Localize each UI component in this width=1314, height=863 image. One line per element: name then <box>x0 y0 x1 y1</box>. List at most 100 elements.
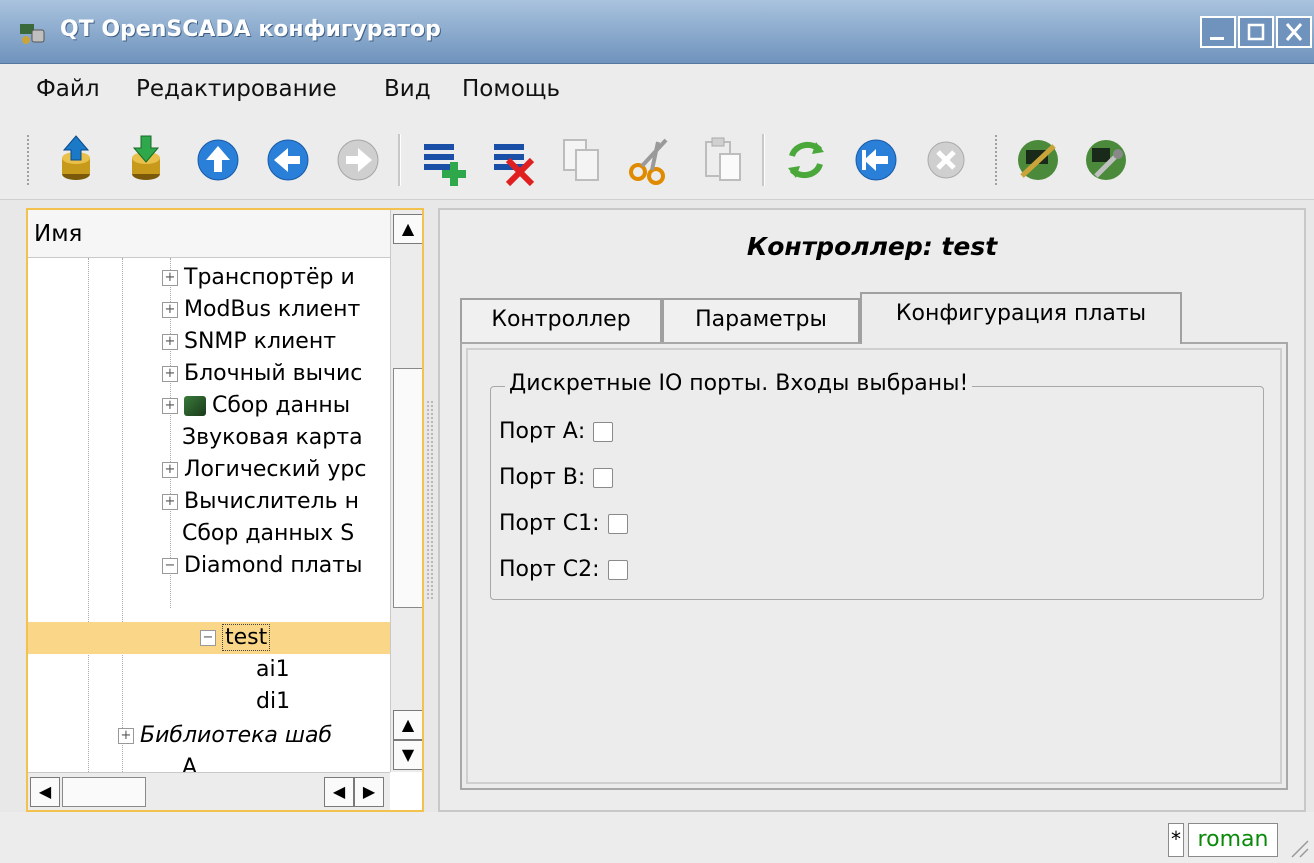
port-label: Порт С1: <box>499 511 600 536</box>
tree-item[interactable]: ai1 <box>28 654 422 686</box>
port-row: Порт В: <box>499 463 614 493</box>
tree-item-label: Сбор данны <box>212 393 351 418</box>
maximize-button[interactable] <box>1238 16 1274 48</box>
module-tools-icon[interactable] <box>1078 132 1134 188</box>
expand-icon[interactable]: + <box>162 398 178 414</box>
tab-content: Дискретные IO порты. Входы выбраны! Порт… <box>460 342 1288 790</box>
tree-item-label: Сбор данных S <box>182 521 355 546</box>
scrollbar-thumb[interactable] <box>393 368 422 608</box>
scroll-left-icon[interactable]: ◀ <box>324 777 354 807</box>
user-indicator[interactable]: roman <box>1188 823 1278 857</box>
scroll-right-icon[interactable]: ▶ <box>354 777 384 807</box>
collapse-icon[interactable]: − <box>200 630 216 646</box>
tree-item-label: Библиотека шаб <box>140 723 333 748</box>
port-a-checkbox[interactable] <box>593 422 614 442</box>
tree-item-label: Блочный вычис <box>184 361 363 386</box>
tab-parameters[interactable]: Параметры <box>662 298 860 342</box>
port-label: Порт С2: <box>499 557 600 582</box>
tab-content-frame: Дискретные IO порты. Входы выбраны! Порт… <box>466 348 1282 784</box>
tree-item-label: Вычислитель н <box>184 489 359 514</box>
tree-item[interactable]: А <box>28 752 422 772</box>
close-button[interactable] <box>1276 16 1312 48</box>
scrollbar-thumb[interactable] <box>62 777 146 807</box>
menu-help[interactable]: Помощь <box>462 76 560 102</box>
expand-icon[interactable]: + <box>162 462 178 478</box>
tree-item[interactable]: + Сбор данны <box>28 390 422 422</box>
arrow-forward-icon[interactable] <box>330 132 386 188</box>
minimize-button[interactable] <box>1200 16 1236 48</box>
page-title: Контроллер: test <box>746 232 998 261</box>
tree-item[interactable]: Звуковая карта <box>28 422 422 454</box>
tree-item-label: Логический урс <box>184 457 367 482</box>
db-save-icon[interactable] <box>118 132 174 188</box>
tree-column-header[interactable]: Имя <box>28 210 390 258</box>
tree-item-label: ModBus клиент <box>184 297 361 322</box>
toolbar-separator <box>398 134 401 186</box>
collapse-icon[interactable]: − <box>162 558 178 574</box>
tree-vertical-scrollbar[interactable]: ▲ ▲ ▼ <box>390 210 422 772</box>
tree-item-selected[interactable]: − test <box>28 622 422 654</box>
stop-icon[interactable] <box>918 132 974 188</box>
expand-icon[interactable]: + <box>162 334 178 350</box>
group-title: Дискретные IO порты. Входы выбраны! <box>505 371 973 396</box>
tab-board-configuration[interactable]: Конфигурация платы <box>860 292 1182 344</box>
expand-icon[interactable]: + <box>118 728 134 744</box>
tree-item-label: Diamond платы <box>184 553 363 578</box>
module-configurator-icon[interactable] <box>1010 132 1066 188</box>
tree-item[interactable]: + Вычислитель н <box>28 486 422 518</box>
scroll-down-icon[interactable]: ▼ <box>393 740 422 770</box>
arrow-back-icon[interactable] <box>260 132 316 188</box>
toolbar-separator <box>762 134 765 186</box>
tree-item-label: SNMP клиент <box>184 329 337 354</box>
cut-icon[interactable] <box>622 132 678 188</box>
db-load-icon[interactable] <box>48 132 104 188</box>
port-c1-checkbox[interactable] <box>607 514 628 534</box>
app-icon <box>18 20 46 46</box>
tree-item[interactable]: Сбор данных S <box>28 518 422 550</box>
tree-item[interactable]: + Библиотека шаб <box>28 720 422 752</box>
port-label: Порт А: <box>499 419 586 444</box>
menu-file[interactable]: Файл <box>36 76 100 102</box>
tree-item[interactable]: + Логический урс <box>28 454 422 486</box>
port-c2-checkbox[interactable] <box>607 560 628 580</box>
menu-view[interactable]: Вид <box>384 76 431 102</box>
port-row: Порт А: <box>499 417 614 447</box>
expand-icon[interactable]: + <box>162 366 178 382</box>
tree-item[interactable]: + Блочный вычис <box>28 358 422 390</box>
tab-controller[interactable]: Контроллер <box>460 298 662 342</box>
tree-item[interactable]: di1 <box>28 686 422 718</box>
arrow-up-icon[interactable] <box>190 132 246 188</box>
discrete-io-group: Дискретные IO порты. Входы выбраны! Порт… <box>490 371 1264 600</box>
scroll-up-icon[interactable]: ▲ <box>393 710 422 740</box>
scroll-left-icon[interactable]: ◀ <box>30 777 60 807</box>
expand-icon[interactable]: + <box>162 494 178 510</box>
tree-horizontal-scrollbar[interactable]: ◀ ◀ ▶ <box>28 772 390 810</box>
port-b-checkbox[interactable] <box>593 468 614 488</box>
tree-item[interactable]: + ModBus клиент <box>28 294 422 326</box>
refresh-icon[interactable] <box>778 132 834 188</box>
resize-grip-icon[interactable] <box>1286 835 1310 859</box>
start-icon[interactable] <box>848 132 904 188</box>
status-bar: * roman <box>0 812 1314 863</box>
port-row: Порт С1: <box>499 509 628 539</box>
menu-edit[interactable]: Редактирование <box>136 76 337 102</box>
navigation-tree[interactable]: Имя + Транспортёр и + ModBus клиент + SNMP … <box>26 208 424 812</box>
scroll-up-icon[interactable]: ▲ <box>393 214 422 244</box>
panel-splitter[interactable] <box>426 400 434 600</box>
modified-indicator[interactable]: * <box>1168 823 1184 857</box>
copy-icon[interactable] <box>554 132 610 188</box>
toolbar-grip[interactable] <box>994 134 998 186</box>
expand-icon[interactable]: + <box>162 302 178 318</box>
tree-item[interactable]: + SNMP клиент <box>28 326 422 358</box>
tree-item-label: di1 <box>256 689 291 714</box>
toolbar-grip[interactable] <box>26 134 30 186</box>
tree-item[interactable]: + Транспортёр и <box>28 262 422 294</box>
item-add-icon[interactable] <box>414 132 470 188</box>
toolbar <box>0 120 1314 200</box>
menu-bar: Файл Редактирование Вид Помощь <box>0 64 1314 120</box>
tree-item-label: Звуковая карта <box>182 425 363 450</box>
tree-item[interactable]: − Diamond платы <box>28 550 422 582</box>
expand-icon[interactable]: + <box>162 270 178 286</box>
item-delete-icon[interactable] <box>484 132 540 188</box>
paste-icon[interactable] <box>694 132 750 188</box>
